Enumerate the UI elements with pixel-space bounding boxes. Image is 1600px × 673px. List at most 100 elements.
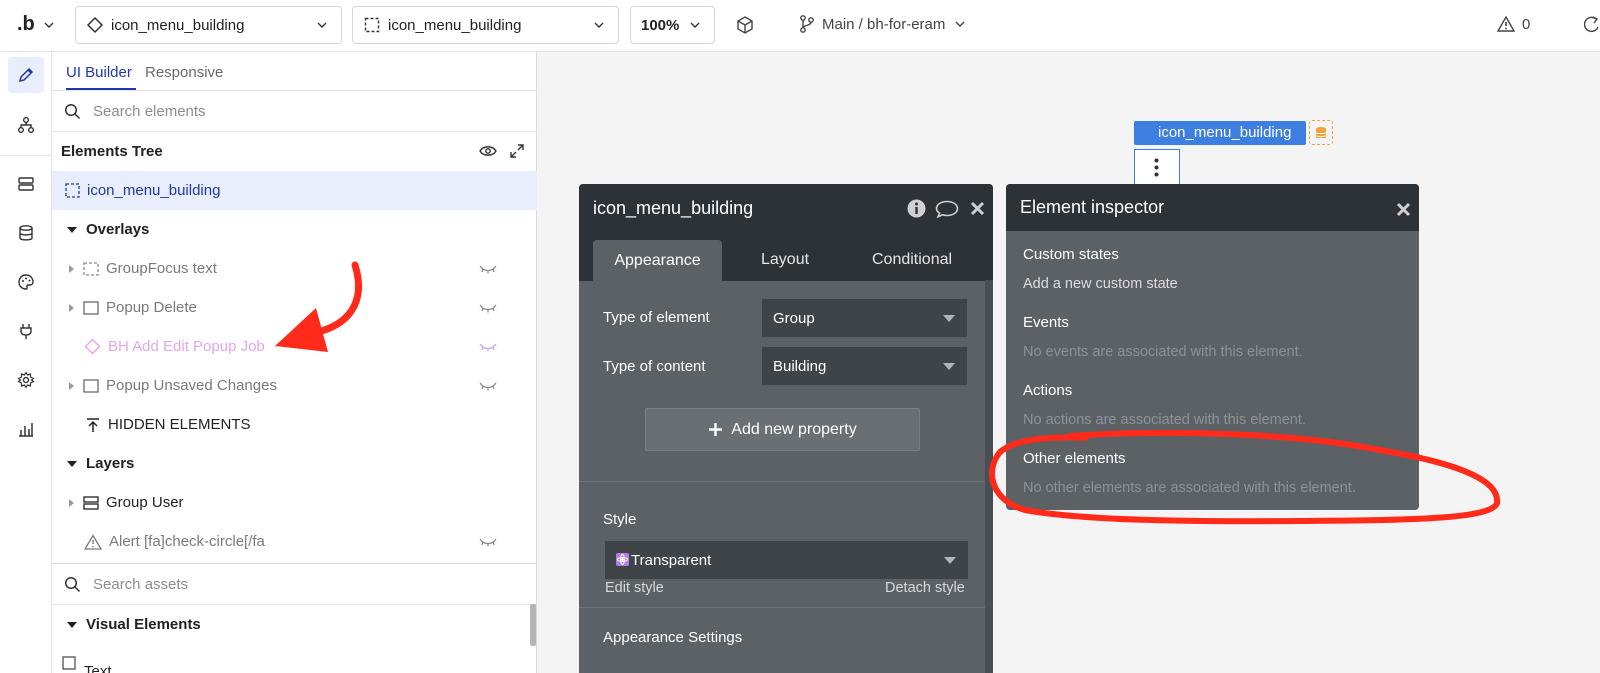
react-style-icon <box>616 553 629 566</box>
tree-section-layers[interactable]: Layers <box>52 444 537 483</box>
caret-down-icon <box>943 315 955 322</box>
branch-name: Main / bh-for-eram <box>822 15 946 33</box>
caret-down-icon <box>67 226 77 233</box>
cube-icon[interactable] <box>735 15 755 35</box>
pencil-icon <box>18 67 34 83</box>
eye-icon[interactable] <box>479 144 497 158</box>
tree-item-label: GroupFocus text <box>106 260 217 277</box>
comment-icon[interactable] <box>935 200 959 218</box>
hidden-eye-icon[interactable] <box>479 342 497 352</box>
tab-ui-builder[interactable]: UI Builder <box>66 64 132 81</box>
events-empty-text: No events are associated with this eleme… <box>1023 344 1303 360</box>
visual-element-text[interactable]: Text <box>62 653 112 673</box>
logo-chevron-icon[interactable] <box>44 20 54 30</box>
tree-item-label: icon_menu_building <box>87 182 221 199</box>
tree-item[interactable]: Group User <box>52 483 537 522</box>
dropdown-value: Group <box>773 309 815 327</box>
element-select-value: icon_menu_building <box>388 16 522 34</box>
rail-settings-tab[interactable] <box>8 362 44 398</box>
hidden-eye-icon[interactable] <box>479 264 497 274</box>
popup-icon <box>83 300 99 315</box>
palette-icon <box>18 274 34 290</box>
divider <box>579 607 993 608</box>
tab-conditional[interactable]: Conditional <box>872 251 952 269</box>
database-icon <box>19 225 33 241</box>
events-heading: Events <box>1023 314 1069 331</box>
tree-item[interactable]: Popup Delete <box>52 288 537 327</box>
caret-down-icon <box>944 557 956 564</box>
search-input[interactable]: Search elements <box>93 103 206 120</box>
tree-item[interactable]: Popup Unsaved Changes <box>52 366 537 405</box>
close-icon[interactable] <box>970 201 985 216</box>
inspector-title: Element inspector <box>1020 197 1165 217</box>
canvas-selected-element[interactable] <box>1134 149 1180 186</box>
caret-right-icon <box>69 303 74 312</box>
edit-style-link[interactable]: Edit style <box>605 580 664 596</box>
rail-data-tab[interactable] <box>8 166 44 202</box>
property-editor: icon_menu_building Appearance Layout Con… <box>579 184 993 673</box>
elements-panel: UI Builder Responsive Search elements El… <box>52 52 537 673</box>
rail-database-tab[interactable] <box>8 215 44 251</box>
property-editor-header: icon_menu_building <box>579 184 993 232</box>
rail-plugins-tab[interactable] <box>8 313 44 349</box>
undo-icon[interactable] <box>1584 15 1600 35</box>
gear-icon <box>17 371 35 389</box>
rail-logs-tab[interactable] <box>8 411 44 447</box>
tree-section-overlays[interactable]: Overlays <box>52 210 537 249</box>
chevron-down-icon <box>317 22 327 28</box>
text-icon <box>62 656 76 670</box>
tree-item[interactable]: GroupFocus text <box>52 249 537 288</box>
top-bar: .b icon_menu_building icon_menu_building… <box>0 0 1600 52</box>
scrollbar[interactable] <box>985 280 993 673</box>
asset-search-input[interactable]: Search assets <box>93 576 188 593</box>
type-of-content-dropdown[interactable]: Building <box>762 347 967 385</box>
type-of-element-dropdown[interactable]: Group <box>762 299 967 337</box>
expand-icon[interactable] <box>509 143 525 159</box>
page-select[interactable]: icon_menu_building <box>75 6 342 44</box>
hidden-eye-icon[interactable] <box>479 303 497 313</box>
rail-design-tab[interactable] <box>8 57 44 93</box>
canvas-element-label[interactable]: icon_menu_building <box>1134 121 1306 145</box>
branch-select[interactable]: Main / bh-for-eram <box>798 14 965 34</box>
tree-item-selected[interactable]: icon_menu_building <box>52 171 537 210</box>
element-search[interactable]: Search elements <box>52 91 537 131</box>
add-property-button[interactable]: Add new property <box>645 408 920 451</box>
group-dashed-icon <box>364 17 380 33</box>
tree-item[interactable]: Alert [fa]check-circle[/fa <box>52 522 537 561</box>
visual-elements-section[interactable]: Visual Elements <box>52 605 537 644</box>
caret-down-icon <box>67 621 77 628</box>
issues-indicator[interactable]: 0 <box>1496 15 1530 33</box>
tree-item-label: BH Add Edit Popup Job <box>108 338 265 355</box>
tree-item-reusable[interactable]: BH Add Edit Popup Job <box>52 327 537 366</box>
bubble-logo[interactable]: .b <box>17 13 35 36</box>
tab-appearance[interactable]: Appearance <box>593 240 722 281</box>
chevron-down-icon <box>594 22 604 28</box>
workflow-icon <box>18 117 34 133</box>
hidden-eye-icon[interactable] <box>479 537 497 547</box>
detach-style-link[interactable]: Detach style <box>885 580 965 596</box>
tab-layout[interactable]: Layout <box>761 251 809 269</box>
dropdown-value: Transparent <box>631 551 712 569</box>
scrollbar[interactable] <box>530 604 536 646</box>
actions-heading: Actions <box>1023 382 1073 399</box>
tree-section-label: Layers <box>86 455 135 472</box>
data-source-badge[interactable] <box>1309 120 1333 145</box>
style-dropdown[interactable]: Transparent <box>605 541 968 579</box>
tab-responsive[interactable]: Responsive <box>145 64 223 81</box>
close-icon[interactable] <box>1396 202 1411 217</box>
rail-styles-tab[interactable] <box>8 264 44 300</box>
hidden-eye-icon[interactable] <box>479 381 497 391</box>
element-select[interactable]: icon_menu_building <box>352 6 619 44</box>
property-editor-title: icon_menu_building <box>593 197 754 218</box>
custom-states-heading: Custom states <box>1023 246 1119 263</box>
asset-search[interactable]: Search assets <box>52 564 537 604</box>
info-icon[interactable] <box>907 199 926 218</box>
elements-tree-title: Elements Tree <box>61 143 163 160</box>
add-custom-state-link[interactable]: Add a new custom state <box>1023 276 1178 292</box>
issues-count: 0 <box>1522 15 1531 33</box>
rail-workflow-tab[interactable] <box>8 107 44 143</box>
zoom-select[interactable]: 100% <box>630 6 715 44</box>
tree-item-hidden-elements[interactable]: HIDDEN ELEMENTS <box>52 405 537 444</box>
divider <box>579 481 993 482</box>
rail-divider <box>0 155 52 156</box>
